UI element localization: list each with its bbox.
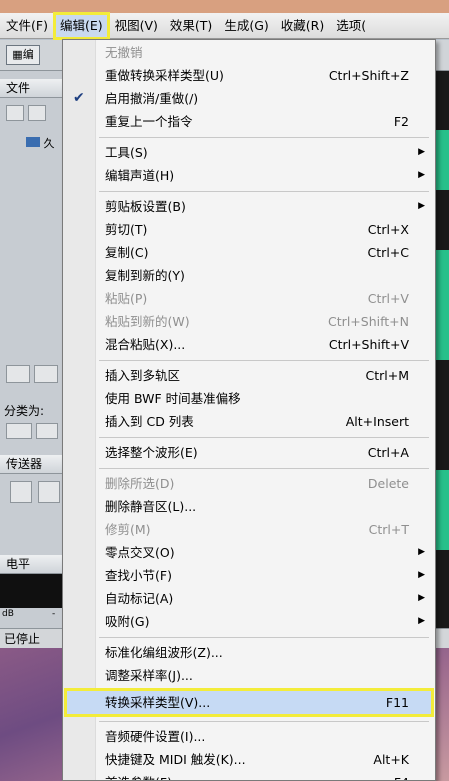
sort-button-1[interactable] [6,423,32,439]
menu-file[interactable]: 文件(F) [0,13,54,39]
stop-button[interactable] [10,481,32,503]
audio-file-icon [26,137,40,147]
menu-item-zero-crossing[interactable]: 零点交叉(O) ▶ [65,541,433,564]
menu-item-snapping[interactable]: 吸附(G) ▶ [65,610,433,633]
menu-options[interactable]: 选项( [330,13,372,39]
menu-item-adjust-sample-rate[interactable]: 调整采样率(J)... [65,664,433,687]
menu-item-edit-channel[interactable]: 编辑声道(H) ▶ [65,164,433,187]
submenu-arrow-icon: ▶ [418,593,425,603]
import-icon[interactable] [28,105,46,121]
menu-item-insert-multitrack[interactable]: 插入到多轨区 Ctrl+M [65,364,433,387]
menu-bar: 文件(F) 编辑(E) 视图(V) 效果(T) 生成(G) 收藏(R) 选项( [0,11,449,40]
submenu-arrow-icon: ▶ [418,547,425,557]
menu-item-paste-to-new[interactable]: 粘贴到新的(W) Ctrl+Shift+N [65,310,433,333]
left-panel: 文件 久 分类为: 传送器 电平 dB - [0,71,62,651]
menu-item-insert-cd-list[interactable]: 插入到 CD 列表 Alt+Insert [65,410,433,433]
waveform-icon: ▦ [12,48,23,61]
menu-generate[interactable]: 生成(G) [218,13,274,39]
submenu-arrow-icon: ▶ [418,570,425,580]
file-list-item[interactable]: 久 [26,135,55,151]
menu-item-cut[interactable]: 剪切(T) Ctrl+X [65,218,433,241]
menu-item-convert-sample-type[interactable]: 转换采样类型(V)... F11 [64,688,434,717]
loop-icon[interactable] [34,365,58,383]
sort-button-2[interactable] [36,423,58,439]
menu-item-preferences[interactable]: 首选参数(F)...F4 [65,771,433,780]
sort-label: 分类为: [4,404,45,418]
menu-effects[interactable]: 效果(T) [164,13,218,39]
menu-item-find-beats[interactable]: 查找小节(F) ▶ [65,564,433,587]
menu-edit[interactable]: 编辑(E) [52,11,110,40]
menu-item-delete-selection[interactable]: 删除所选(D) Delete [65,472,433,495]
menu-separator [99,721,429,722]
checkmark-icon: ✔ [73,90,85,106]
waveform-channel-right [436,470,449,550]
submenu-arrow-icon: ▶ [418,201,425,211]
waveform-channel-left [436,130,449,190]
menu-item-trim[interactable]: 修剪(M) Ctrl+T [65,518,433,541]
submenu-arrow-icon: ▶ [418,616,425,626]
menu-separator [99,637,429,638]
open-file-icon[interactable] [6,105,24,121]
menu-item-mix-paste[interactable]: 混合粘贴(X)... Ctrl+Shift+V [65,333,433,356]
level-scale-db: dB [2,609,14,619]
menu-item-audio-hardware[interactable]: 音频硬件设置(I)... [65,725,433,748]
speaker-icon[interactable] [6,365,30,383]
menu-view[interactable]: 视图(V) [109,13,164,39]
menu-item-repeat-last[interactable]: 重复上一个指令 F2 [65,110,433,133]
menu-item-paste[interactable]: 粘贴(P) Ctrl+V [65,287,433,310]
menu-item-tools[interactable]: 工具(S) ▶ [65,141,433,164]
menu-favorites[interactable]: 收藏(R) [275,13,330,39]
menu-item-copy[interactable]: 复制(C) Ctrl+C [65,241,433,264]
menu-item-enable-undo[interactable]: ✔ 启用撤消/重做(/) [65,87,433,110]
menu-item-bwf-offset[interactable]: 使用 BWF 时间基准偏移 [65,387,433,410]
menu-item-clipboard-settings[interactable]: 剪贴板设置(B) ▶ [65,195,433,218]
menu-item-group-normalize[interactable]: 标准化编组波形(Z)... [65,641,433,664]
menu-separator [99,137,429,138]
transport-panel-title: 传送器 [0,455,62,474]
play-button[interactable] [38,481,60,503]
edit-menu-dropdown: 无撤销 重做转换采样类型(U) Ctrl+Shift+Z ✔ 启用撤消/重做(/) … [62,39,436,781]
menu-item-no-undo[interactable]: 无撤销 [65,41,433,64]
level-panel-title: 电平 [0,555,62,574]
files-panel-title: 文件 [0,79,62,98]
level-meter [0,574,62,608]
status-text: 已停止 [4,632,41,646]
menu-item-auto-cue[interactable]: 自动标记(A) ▶ [65,587,433,610]
menu-separator [99,191,429,192]
submenu-arrow-icon: ▶ [418,170,425,180]
menu-item-copy-to-new[interactable]: 复制到新的(Y) [65,264,433,287]
menu-separator [99,468,429,469]
menu-separator [99,360,429,361]
level-scale-tick: - [52,609,56,619]
window-titlebar-strip [0,0,449,13]
menu-item-select-all[interactable]: 选择整个波形(E) Ctrl+A [65,441,433,464]
menu-separator [99,437,429,438]
menu-item-delete-silence[interactable]: 删除静音区(L)... [65,495,433,518]
submenu-arrow-icon: ▶ [418,147,425,157]
menu-item-shortcuts-midi[interactable]: 快捷键及 MIDI 触发(K)... Alt+K [65,748,433,771]
waveform-channel-mid [436,250,449,360]
edit-view-button[interactable]: ▦编 [6,45,40,65]
menu-item-redo[interactable]: 重做转换采样类型(U) Ctrl+Shift+Z [65,64,433,87]
